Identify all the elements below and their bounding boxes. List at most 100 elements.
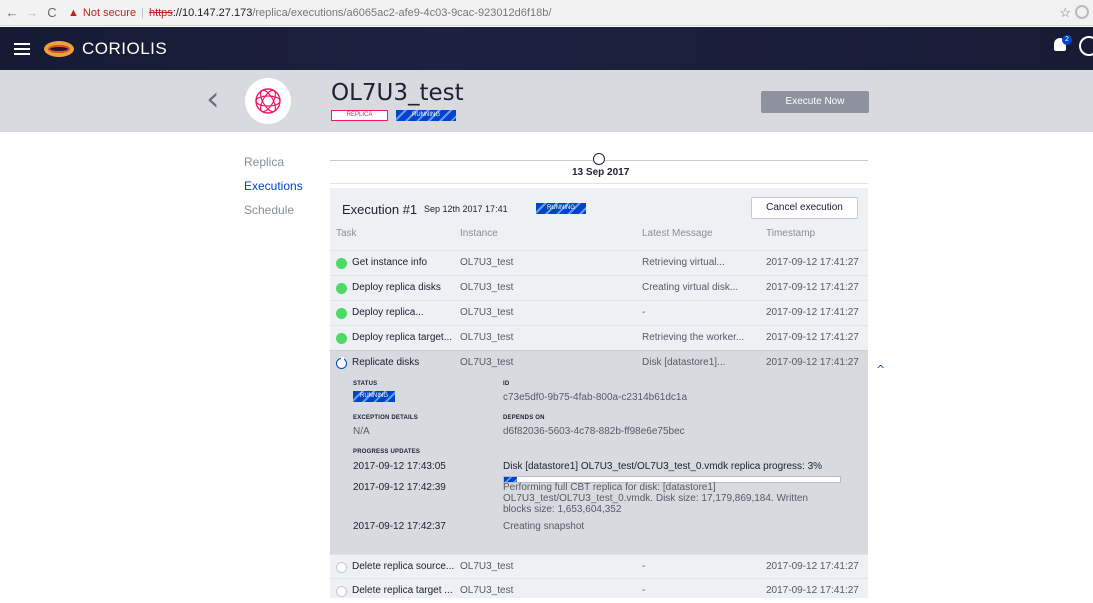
task-instance: OL7U3_test xyxy=(460,282,514,293)
sidenav-item-schedule[interactable]: Schedule xyxy=(244,204,303,228)
task-name: Deploy replica target... xyxy=(352,332,453,343)
task-message: Retrieving virtual... xyxy=(642,257,725,268)
progress-update-message: Disk [datastore1] OL7U3_test/OL7U3_test_… xyxy=(503,461,823,472)
progress-updates-label: PROGRESS UPDATES xyxy=(353,449,421,455)
task-name: Delete replica source... xyxy=(352,561,455,572)
timeline-node[interactable] xyxy=(593,153,605,165)
check-circle-icon xyxy=(336,258,347,269)
progress-update-message: Creating snapshot xyxy=(503,521,585,532)
status-label: STATUS xyxy=(353,381,378,387)
progress-update-time: 2017-09-12 17:42:37 xyxy=(353,521,446,532)
user-avatar-icon[interactable] xyxy=(1079,36,1093,56)
progress-update-time: 2017-09-12 17:42:39 xyxy=(353,482,446,493)
replica-type-badge: REPLICA xyxy=(331,110,388,121)
tasks-table-header: Task Instance Latest Message Timestamp xyxy=(330,228,868,250)
replica-icon xyxy=(245,78,291,124)
task-timestamp: 2017-09-12 17:41:27 xyxy=(766,357,859,368)
column-header-latest-message: Latest Message xyxy=(642,228,713,239)
execution-title: Execution #1 xyxy=(342,202,418,217)
task-status-badge: RUNNING xyxy=(353,391,395,402)
pending-clock-icon xyxy=(336,586,347,597)
status-badge: RUNNING xyxy=(396,110,456,121)
execution-panel: Execution #1 Sep 12th 2017 17:41 RUNNING… xyxy=(330,188,868,598)
task-message: - xyxy=(642,561,646,572)
progress-update-message: Performing full CBT replica for disk: [d… xyxy=(503,482,808,515)
address-bar[interactable]: https://10.147.27.173/replica/executions… xyxy=(149,7,551,19)
execute-now-button[interactable]: Execute Now xyxy=(761,91,869,113)
task-name: Get instance info xyxy=(352,257,428,268)
timeline-divider xyxy=(330,183,868,184)
execution-status-badge: RUNNING xyxy=(536,203,586,214)
column-header-instance: Instance xyxy=(460,228,498,239)
column-header-task: Task xyxy=(336,228,357,239)
running-circle-icon xyxy=(336,357,347,369)
task-row[interactable]: Delete replica source... OL7U3_test - 20… xyxy=(330,554,868,578)
task-row[interactable]: Deploy replica target... OL7U3_test Retr… xyxy=(330,325,868,349)
cancel-execution-button[interactable]: Cancel execution xyxy=(751,197,858,219)
notification-count: 2 xyxy=(1062,35,1072,45)
task-instance: OL7U3_test xyxy=(460,561,514,572)
task-timestamp: 2017-09-12 17:41:27 xyxy=(766,561,859,572)
warning-icon: ▲ xyxy=(68,6,79,19)
task-name: Replicate disks xyxy=(352,357,420,368)
menu-icon[interactable] xyxy=(14,40,30,58)
depends-on-value: d6f82036-5603-4c78-882b-ff98e6e75bec xyxy=(503,426,685,437)
task-timestamp: 2017-09-12 17:41:27 xyxy=(766,257,859,268)
detail-sidenav: Replica Executions Schedule xyxy=(244,156,303,228)
exception-value: N/A xyxy=(353,426,370,437)
check-circle-icon xyxy=(336,333,347,344)
url-scheme: https xyxy=(148,6,173,19)
back-chevron-icon[interactable]: ‹ xyxy=(206,82,220,116)
task-name: Deploy replica... xyxy=(352,307,424,318)
sidenav-item-executions[interactable]: Executions xyxy=(244,180,303,204)
task-row[interactable]: Deploy replica disks OL7U3_test Creating… xyxy=(330,275,868,299)
sidenav-item-replica[interactable]: Replica xyxy=(244,156,303,180)
task-detail-expanded: Replicate disks OL7U3_test Disk [datasto… xyxy=(330,350,868,554)
task-timestamp: 2017-09-12 17:41:27 xyxy=(766,332,859,343)
page-title: OL7U3_test xyxy=(331,80,464,106)
url-host: ://10.147.27.173 xyxy=(172,6,253,19)
collapse-chevron-icon[interactable]: ^ xyxy=(876,363,885,376)
task-timestamp: 2017-09-12 17:41:27 xyxy=(766,585,859,596)
pending-clock-icon xyxy=(336,562,347,573)
task-message: Disk [datastore1]... xyxy=(642,357,726,368)
task-row[interactable]: Deploy replica... OL7U3_test - 2017-09-1… xyxy=(330,300,868,324)
task-message: - xyxy=(642,585,646,596)
app-header: CORIOLIS 2 xyxy=(0,27,1093,70)
timeline-date: 13 Sep 2017 xyxy=(572,167,630,178)
task-instance: OL7U3_test xyxy=(460,257,514,268)
task-message: Retrieving the worker... xyxy=(642,332,745,343)
coriolis-logo-icon[interactable] xyxy=(44,40,74,57)
not-secure-label[interactable]: Not secure xyxy=(83,7,136,19)
browser-toolbar: ← → C ▲ Not secure | https://10.147.27.1… xyxy=(0,0,1093,26)
replica-header: ‹ OL7U3_test REPLICA RUNNING Execute Now xyxy=(0,70,1093,132)
star-icon[interactable]: ☆ xyxy=(1059,5,1071,21)
task-timestamp: 2017-09-12 17:41:27 xyxy=(766,307,859,318)
url-path: /replica/executions/a6065ac2-afe9-4c03-9… xyxy=(252,6,552,19)
id-label: ID xyxy=(503,381,510,387)
task-instance: OL7U3_test xyxy=(460,585,514,596)
back-arrow-icon[interactable]: ← xyxy=(4,5,20,20)
task-message: Creating virtual disk... xyxy=(642,282,739,293)
forward-arrow-icon[interactable]: → xyxy=(24,5,40,20)
app-logo-text[interactable]: CORIOLIS xyxy=(82,39,167,59)
check-circle-icon xyxy=(336,283,347,294)
task-row[interactable]: Delete replica target ... OL7U3_test - 2… xyxy=(330,578,868,598)
column-header-timestamp: Timestamp xyxy=(766,228,816,239)
execution-date: Sep 12th 2017 17:41 xyxy=(424,204,508,214)
depends-on-label: DEPENDS ON xyxy=(503,415,545,421)
task-row[interactable]: Get instance info OL7U3_test Retrieving … xyxy=(330,250,868,274)
url-separator: | xyxy=(141,6,144,19)
task-name: Deploy replica disks xyxy=(352,282,441,293)
task-name: Delete replica target ... xyxy=(352,585,453,596)
task-message: - xyxy=(642,307,646,318)
task-instance: OL7U3_test xyxy=(460,332,514,343)
check-circle-icon xyxy=(336,308,347,319)
reload-icon[interactable]: C xyxy=(44,5,60,20)
notification-bell-icon[interactable]: 2 xyxy=(1053,35,1072,56)
exception-label: EXCEPTION DETAILS xyxy=(353,415,418,421)
task-row-expanded[interactable]: Replicate disks OL7U3_test Disk [datasto… xyxy=(330,351,868,375)
task-instance: OL7U3_test xyxy=(460,357,514,368)
extension-icon[interactable] xyxy=(1075,5,1089,19)
task-instance: OL7U3_test xyxy=(460,307,514,318)
